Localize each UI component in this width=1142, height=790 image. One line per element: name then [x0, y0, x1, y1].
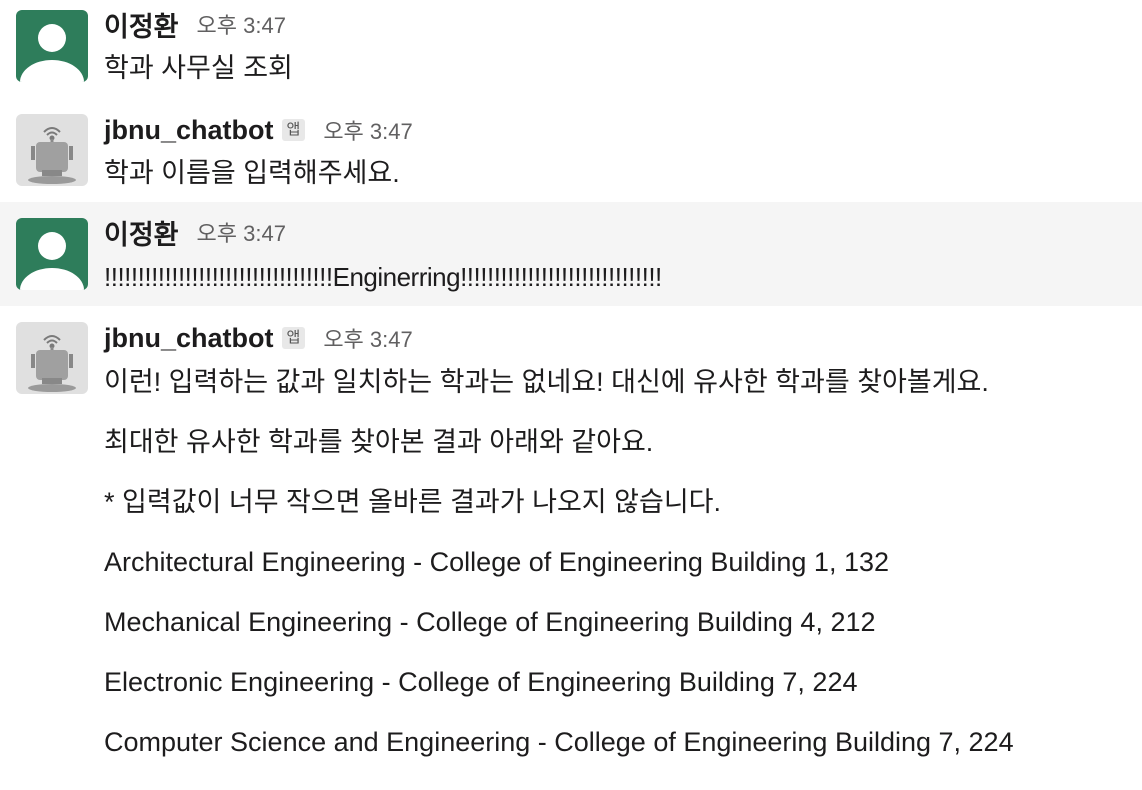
sender-name[interactable]: 이정환 [104, 213, 179, 252]
robot-avatar-icon[interactable] [16, 114, 88, 186]
user-avatar-icon[interactable] [16, 10, 88, 82]
timestamp[interactable]: 오후 3:47 [323, 114, 412, 146]
message-text: 학과 사무실 조회 [104, 53, 293, 83]
message-text: !!!!!!!!!!!!!!!!!!!!!!!!!!!!!!!!!!Engine… [104, 262, 662, 292]
message-text: Computer Science and Engineering - Colle… [104, 727, 1014, 757]
timestamp[interactable]: 오후 3:47 [197, 216, 286, 248]
message-text: Mechanical Engineering - College of Engi… [104, 607, 876, 637]
app-badge: 앱 [281, 119, 306, 141]
message-text: * 입력값이 너무 작으면 올바른 결과가 나오지 않습니다. [104, 487, 721, 517]
message-item[interactable]: jbnu_chatbot 앱 오후 3:47 학과 이름을 입력해주세요. [0, 100, 1142, 202]
sender-name[interactable]: jbnu_chatbot [104, 323, 274, 354]
message-text: 학과 이름을 입력해주세요. [104, 158, 400, 188]
message-text: 최대한 유사한 학과를 찾아본 결과 아래와 같아요. [104, 427, 654, 457]
user-avatar-icon[interactable] [16, 218, 88, 290]
robot-avatar-icon[interactable] [16, 322, 88, 394]
sender-name[interactable]: 이정환 [104, 5, 179, 44]
message-text: 이런! 입력하는 값과 일치하는 학과는 없네요! 대신에 유사한 학과를 찾아… [104, 367, 989, 397]
timestamp[interactable]: 오후 3:47 [197, 8, 286, 40]
timestamp[interactable]: 오후 3:47 [323, 322, 412, 354]
sender-name[interactable]: jbnu_chatbot [104, 115, 274, 146]
message-text: Architectural Engineering - College of E… [104, 547, 889, 577]
app-badge: 앱 [281, 327, 306, 349]
message-item[interactable]: jbnu_chatbot 앱 오후 3:47 이런! 입력하는 값과 일치하는 … [0, 306, 1142, 790]
message-text: Electronic Engineering - College of Engi… [104, 667, 858, 697]
message-item[interactable]: 이정환 오후 3:47 !!!!!!!!!!!!!!!!!!!!!!!!!!!!… [0, 202, 1142, 306]
message-item[interactable]: 이정환 오후 3:47 학과 사무실 조회 [0, 0, 1142, 100]
